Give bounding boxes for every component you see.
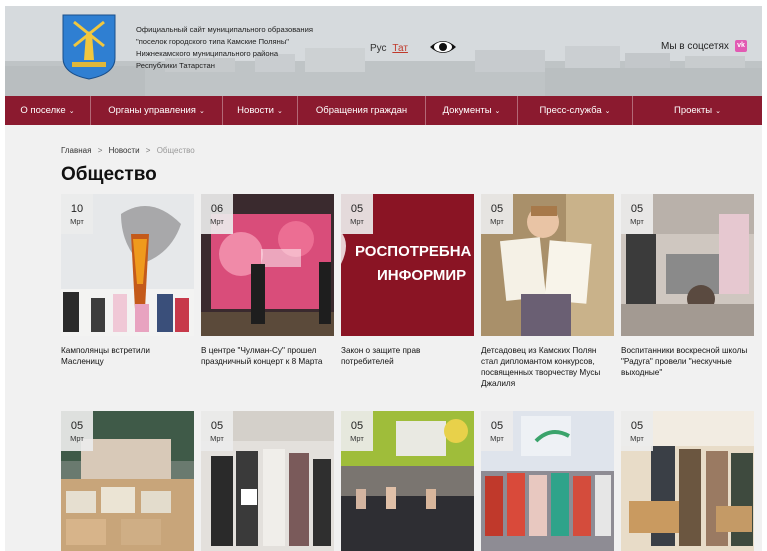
breadcrumb-home[interactable]: Главная — [61, 146, 91, 155]
date-month: Мрт — [630, 217, 644, 226]
date-month: Мрт — [490, 217, 504, 226]
breadcrumb-separator: > — [145, 146, 151, 155]
news-card-image[interactable]: 05 Мрт — [621, 194, 754, 336]
date-month: Мрт — [210, 217, 224, 226]
site-title: Официальный сайт муниципального образова… — [136, 24, 366, 72]
date-month: Мрт — [490, 434, 504, 443]
nav-item-label: Документы — [442, 105, 492, 116]
coat-of-arms-icon[interactable] — [62, 14, 116, 80]
nav-item-about[interactable]: О поселке ⌄ — [5, 96, 91, 125]
nav-item-appeals[interactable]: Обращения граждан — [298, 96, 426, 125]
date-day: 05 — [70, 420, 84, 432]
chevron-down-icon: ⌄ — [715, 107, 721, 115]
chevron-down-icon: ⌄ — [604, 107, 611, 115]
banner-line-2: ИНФОРМИР — [377, 267, 466, 284]
eye-icon[interactable] — [429, 38, 457, 56]
date-badge: 05 Мрт — [341, 194, 373, 234]
date-day: 06 — [210, 203, 224, 215]
site-title-line: Нижнекамского муниципального района — [136, 49, 279, 58]
breadcrumb-separator: > — [97, 146, 103, 155]
news-card-title[interactable]: Закон о защите прав потребителей — [341, 345, 474, 367]
date-day: 05 — [630, 203, 644, 215]
nav-item-press[interactable]: Пресс-служба ⌄ — [518, 96, 633, 125]
lang-tt-link[interactable]: Тат — [392, 43, 408, 54]
news-card-title[interactable]: Воспитанники воскресной школы "Радуга" п… — [621, 345, 754, 378]
news-card-image[interactable]: 05 Мрт — [201, 411, 334, 551]
date-month: Мрт — [630, 434, 644, 443]
date-month: Мрт — [70, 217, 84, 226]
nav-item-projects[interactable]: Проекты ⌄ — [633, 96, 762, 125]
date-badge: 05 Мрт — [481, 411, 513, 451]
nav-item-government[interactable]: Органы управления ⌄ — [91, 96, 223, 125]
news-card-title[interactable]: Камполянцы встретили Масленицу — [61, 345, 194, 367]
date-month: Мрт — [350, 434, 364, 443]
date-day: 05 — [350, 420, 364, 432]
page-title: Общество — [61, 164, 157, 185]
chevron-down-icon: ⌄ — [494, 107, 501, 115]
date-month: Мрт — [210, 434, 224, 443]
nav-item-label: Пресс-служба — [539, 105, 602, 116]
date-badge: 05 Мрт — [341, 411, 373, 451]
date-month: Мрт — [70, 434, 84, 443]
nav-item-documents[interactable]: Документы ⌄ — [426, 96, 518, 125]
date-badge: 10 Мрт — [61, 194, 93, 234]
nav-item-label: Проекты — [674, 105, 713, 116]
date-day: 05 — [210, 420, 224, 432]
news-card-title[interactable]: Детсадовец из Камских Полян стал диплома… — [481, 345, 614, 389]
date-day: 05 — [350, 203, 364, 215]
date-badge: 05 Мрт — [621, 411, 653, 451]
nav-item-label: Органы управления — [108, 105, 196, 116]
news-card-image[interactable]: 05 Мрт — [341, 411, 474, 551]
chevron-down-icon: ⌄ — [68, 107, 75, 115]
vk-icon[interactable]: vk — [735, 40, 747, 52]
nav-item-news[interactable]: Новости ⌄ — [223, 96, 298, 125]
news-card-image[interactable]: 05 Мрт — [481, 411, 614, 551]
language-switcher: Рус Тат — [370, 43, 408, 54]
site-title-line: Республики Татарстан — [136, 61, 215, 70]
main-nav: О поселке ⌄ Органы управления ⌄ Новости … — [5, 96, 762, 125]
breadcrumb: Главная > Новости > Общество — [61, 146, 195, 155]
date-badge: 05 Мрт — [201, 411, 233, 451]
chevron-down-icon: ⌄ — [276, 107, 283, 115]
breadcrumb-current: Общество — [156, 146, 195, 155]
breadcrumb-news[interactable]: Новости — [109, 146, 140, 155]
news-card-title[interactable]: В центре "Чулман-Су" прошел праздничный … — [201, 345, 334, 367]
lang-ru-link[interactable]: Рус — [370, 43, 387, 54]
news-card-image[interactable]: 05 Мрт — [621, 411, 754, 551]
news-card-image[interactable]: РОСПОТРЕБНА ИНФОРМИР 05 Мрт — [341, 194, 474, 336]
social-label: Мы в соцсетях — [661, 41, 729, 52]
date-day: 05 — [630, 420, 644, 432]
banner-line-1: РОСПОТРЕБНА — [355, 243, 472, 260]
news-card-image[interactable]: 10 Мрт — [61, 194, 194, 336]
news-card-image[interactable]: 05 Мрт — [61, 411, 194, 551]
news-card-image[interactable]: 05 Мрт — [481, 194, 614, 336]
page: Официальный сайт муниципального образова… — [5, 6, 762, 551]
date-badge: 05 Мрт — [481, 194, 513, 234]
date-badge: 05 Мрт — [621, 194, 653, 234]
date-month: Мрт — [350, 217, 364, 226]
date-day: 05 — [490, 203, 504, 215]
nav-item-label: О поселке — [20, 105, 66, 116]
site-title-line: Официальный сайт муниципального образова… — [136, 25, 313, 34]
site-header: Официальный сайт муниципального образова… — [5, 6, 762, 96]
chevron-down-icon: ⌄ — [198, 107, 205, 115]
news-card-image[interactable]: 06 Мрт — [201, 194, 334, 336]
nav-item-label: Новости — [237, 105, 274, 116]
nav-item-label: Обращения граждан — [315, 105, 408, 116]
date-badge: 05 Мрт — [61, 411, 93, 451]
date-day: 10 — [70, 203, 84, 215]
site-title-line: "поселок городского типа Камские Поляны" — [136, 37, 290, 46]
date-badge: 06 Мрт — [201, 194, 233, 234]
date-day: 05 — [490, 420, 504, 432]
